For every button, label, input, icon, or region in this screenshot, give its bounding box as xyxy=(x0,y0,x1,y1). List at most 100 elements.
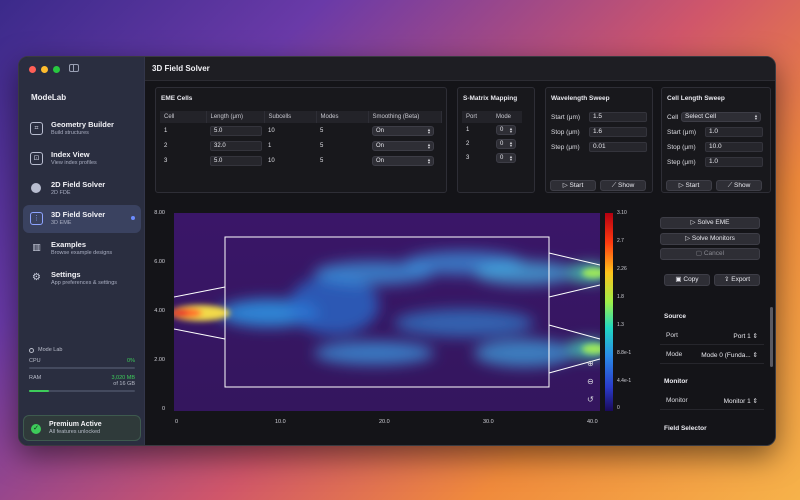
mode-select[interactable]: 0 ▲ ▼ xyxy=(496,153,516,163)
subcells-value: 1 xyxy=(268,142,272,149)
export-button[interactable]: ⇪ Export xyxy=(714,274,760,286)
length-input[interactable]: 32.0 xyxy=(210,140,262,151)
cell-start-button[interactable]: ▷ Start xyxy=(666,180,712,191)
cell-stop-input[interactable]: 10.0 xyxy=(705,142,763,152)
chevron-updown-icon: ▲ ▼ xyxy=(427,141,431,150)
x-tick-label: 30.0 xyxy=(483,419,494,425)
monitor-label: Monitor xyxy=(666,397,688,404)
stop-label: Stop (μm) xyxy=(551,129,580,136)
smoothing-select[interactable]: On ▲ ▼ xyxy=(372,140,434,151)
sidebar-item-geometry-builder[interactable]: ⌗ Geometry Builder Build structures xyxy=(23,115,141,143)
source-port-row[interactable]: Port Port 1 ⇕ xyxy=(660,327,764,345)
checkmark-icon: ✓ xyxy=(31,424,41,434)
table-row: 2 32.0 1 5 On ▲ ▼ xyxy=(160,138,442,153)
cell-number: 3 xyxy=(164,157,168,164)
app-window: ModeLab ⌗ Geometry Builder Build structu… xyxy=(18,56,776,446)
smoothing-select[interactable]: On ▲ ▼ xyxy=(372,125,434,136)
colorbar-tick-label: 1.8 xyxy=(617,294,624,300)
source-port-select[interactable]: Port 1 ⇕ xyxy=(733,332,758,340)
minimize-window-button[interactable] xyxy=(41,66,48,73)
zoom-window-button[interactable] xyxy=(53,66,60,73)
sidebar-item-label: 3D Field Solver xyxy=(51,210,106,219)
sidebar-item-subtitle: Build structures xyxy=(51,130,89,136)
active-indicator xyxy=(131,216,135,220)
y-tick-label: 4.00 xyxy=(154,308,165,314)
solve-eme-button[interactable]: ▷ Solve EME xyxy=(660,217,760,229)
app-title: ModeLab xyxy=(31,93,67,102)
step-label: Step (μm) xyxy=(551,144,580,151)
chevron-updown-icon: ⇕ xyxy=(752,398,758,405)
y-tick-label: 2.00 xyxy=(154,357,165,363)
wavelength-stop-input[interactable]: 1.6 xyxy=(589,127,647,137)
premium-badge[interactable]: ✓ Premium Active All features unlocked xyxy=(23,415,141,441)
source-mode-row[interactable]: Mode Mode 0 (Funda... ⇕ xyxy=(660,346,764,364)
premium-title: Premium Active xyxy=(49,421,102,428)
table-row: 1 5.0 10 5 On ▲ ▼ xyxy=(160,123,442,138)
zoom-in-icon[interactable]: ⊕ xyxy=(587,359,594,368)
table-header: Cell Length (μm) Subcells Modes Smoothin… xyxy=(160,111,442,123)
stop-icon: ▢ xyxy=(695,250,704,257)
cell-step-input[interactable]: 1.0 xyxy=(705,157,763,167)
s-matrix-title: S-Matrix Mapping xyxy=(463,95,518,102)
reset-view-icon[interactable]: ↺ xyxy=(587,395,594,404)
x-tick-label: 10.0 xyxy=(275,419,286,425)
colorbar-tick-label: 2.26 xyxy=(617,266,627,272)
cpu-bar xyxy=(29,367,135,369)
x-tick-label: 0 xyxy=(175,419,179,425)
cancel-button[interactable]: ▢ Cancel xyxy=(660,248,760,260)
cell-label: Cell xyxy=(667,114,679,121)
ram-bar-fill xyxy=(29,390,50,392)
sidebar-item-2d-field-solver[interactable]: 2D Field Solver 2D FDE xyxy=(23,175,141,203)
column-header: Mode xyxy=(492,111,522,123)
cell-number: 2 xyxy=(164,142,168,149)
mode-select[interactable]: 0 ▲ ▼ xyxy=(496,125,516,135)
field-heatmap[interactable] xyxy=(174,213,600,411)
monitor-select[interactable]: Monitor 1 ⇕ xyxy=(724,397,758,405)
close-window-button[interactable] xyxy=(29,66,36,73)
solve-monitors-button[interactable]: ▷ Solve Monitors xyxy=(660,233,760,245)
y-tick-label: 0 xyxy=(161,406,165,412)
sidebar-item-3d-field-solver[interactable]: ⋮ 3D Field Solver 3D EME xyxy=(23,205,141,233)
source-mode-select[interactable]: Mode 0 (Funda... ⇕ xyxy=(701,351,758,359)
sidebar: ModeLab ⌗ Geometry Builder Build structu… xyxy=(19,57,145,445)
step-label: Step (μm) xyxy=(667,159,696,166)
right-panel-scrollbar[interactable] xyxy=(770,307,773,367)
sidebar-item-index-view[interactable]: ⊡ Index View View index profiles xyxy=(23,145,141,173)
length-input[interactable]: 5.0 xyxy=(210,155,262,166)
system-label: Mode Lab xyxy=(38,347,63,353)
index-icon: ⊡ xyxy=(30,152,43,165)
sidebar-item-label: 2D Field Solver xyxy=(51,180,106,189)
mode-select[interactable]: 0 ▲ ▼ xyxy=(496,139,516,149)
sidebar-item-subtitle: 3D EME xyxy=(51,220,72,226)
sidebar-item-subtitle: 2D FDE xyxy=(51,190,71,196)
system-monitor: Mode Lab CPU 0% RAM 3,020 MB of 16 GB xyxy=(29,347,135,398)
zoom-out-icon[interactable]: ⊖ xyxy=(587,377,594,386)
wavelength-show-button[interactable]: ⟋ Show xyxy=(600,180,646,191)
length-input[interactable]: 5.0 xyxy=(210,125,262,136)
sidebar-toggle-icon[interactable] xyxy=(69,64,79,72)
sidebar-item-settings[interactable]: ⚙ Settings App preferences & settings xyxy=(23,265,141,293)
ram-total: of 16 GB xyxy=(113,381,135,387)
chevron-updown-icon: ▲ ▼ xyxy=(509,140,513,148)
column-header: Smoothing (Beta) xyxy=(368,111,442,123)
cell-show-button[interactable]: ⟋ Show xyxy=(716,180,762,191)
cell-start-input[interactable]: 1.0 xyxy=(705,127,763,137)
table-row: 2 0 ▲ ▼ xyxy=(462,137,522,151)
ram-bar xyxy=(29,390,135,392)
cell-select[interactable]: Select Cell ▲ ▼ xyxy=(681,112,761,122)
wavelength-start-input[interactable]: 1.5 xyxy=(589,112,647,122)
copy-button[interactable]: ▣ Copy xyxy=(664,274,710,286)
sidebar-item-label: Examples xyxy=(51,240,87,249)
wavelength-start-button[interactable]: ▷ Start xyxy=(550,180,596,191)
stop-label: Stop (μm) xyxy=(667,144,696,151)
smoothing-select[interactable]: On ▲ ▼ xyxy=(372,155,434,166)
chevron-updown-icon: ▲ ▼ xyxy=(509,154,513,162)
source-section-title: Source xyxy=(664,313,687,320)
monitor-row[interactable]: Monitor Monitor 1 ⇕ xyxy=(660,392,764,410)
sidebar-item-examples[interactable]: ▥ Examples Browse example designs xyxy=(23,235,141,263)
table-row: 1 0 ▲ ▼ xyxy=(462,123,522,137)
modes-value: 5 xyxy=(320,157,324,164)
wavelength-step-input[interactable]: 0.01 xyxy=(589,142,647,152)
cell-number: 1 xyxy=(164,127,168,134)
port-number: 2 xyxy=(466,141,470,147)
